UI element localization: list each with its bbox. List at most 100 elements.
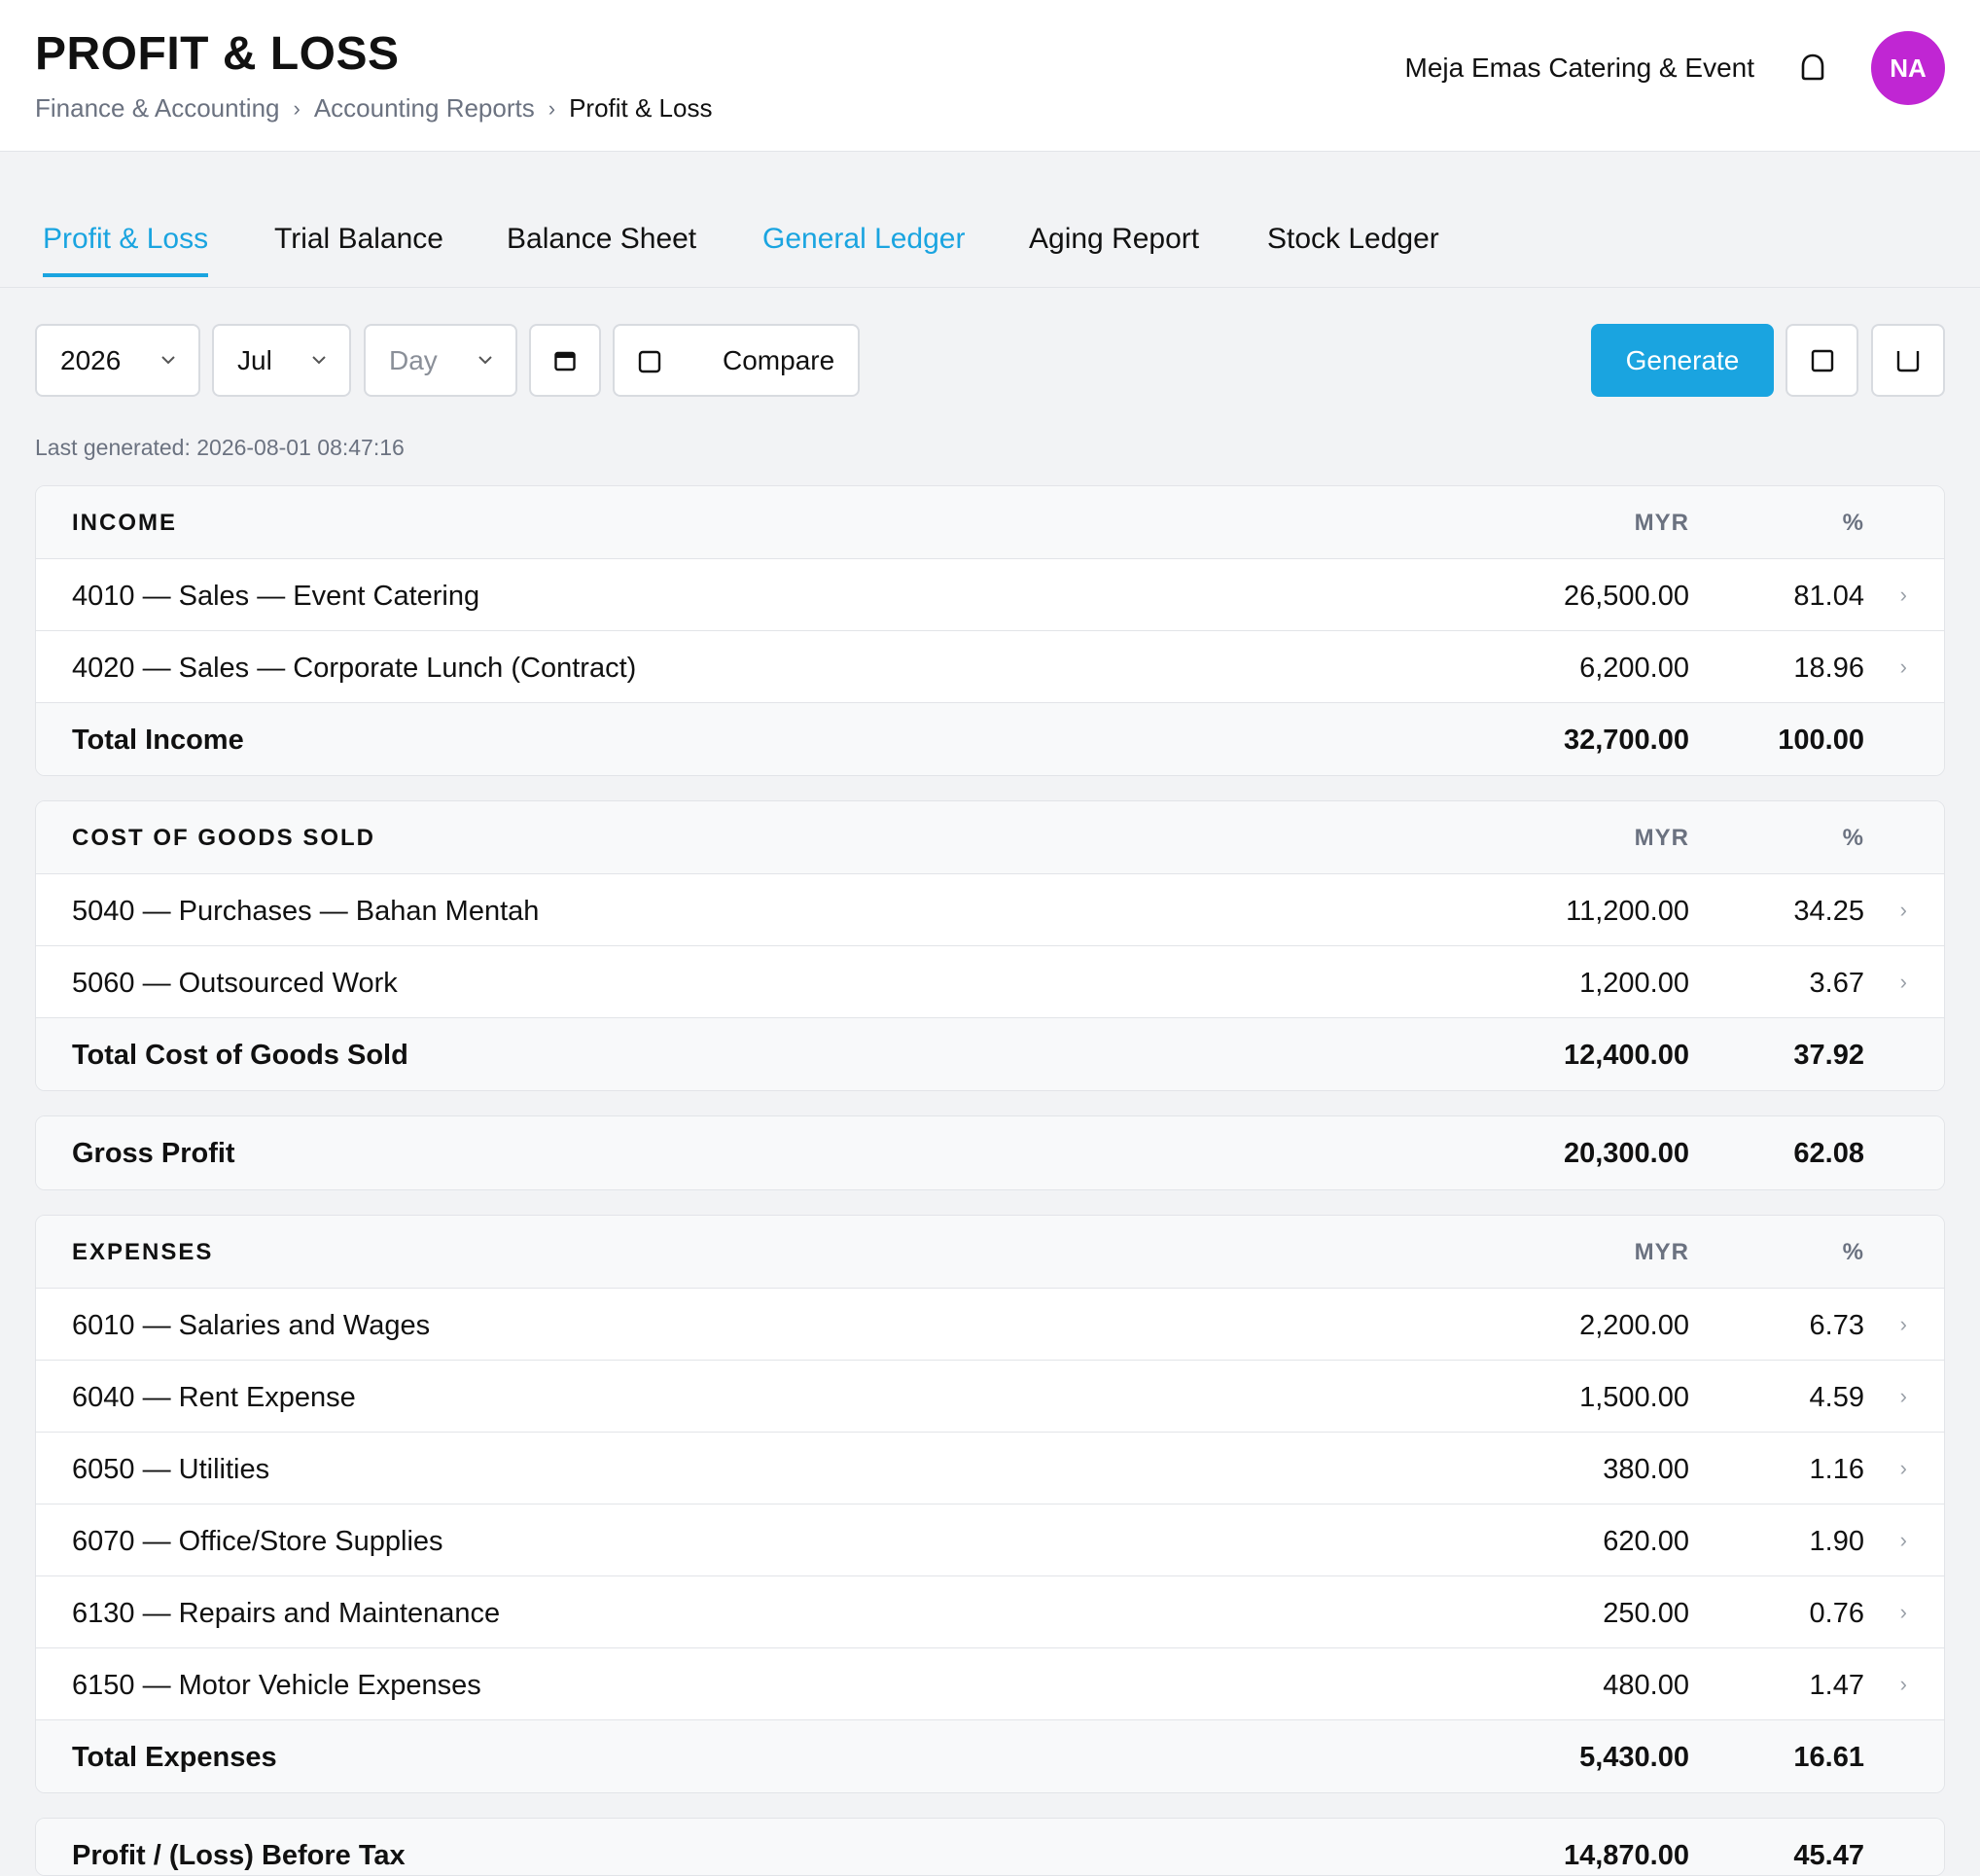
chevron-right-icon[interactable]: › — [1900, 970, 1907, 995]
cogs-header: COST OF GOODS SOLD MYR % — [36, 801, 1944, 874]
table-row[interactable]: 6050 — Utilities 380.00 1.16 › — [36, 1433, 1944, 1504]
section-title: INCOME — [72, 510, 177, 536]
bell-icon[interactable] — [1795, 51, 1830, 86]
table-row[interactable]: 5040 — Purchases — Bahan Mentah 11,200.0… — [36, 874, 1944, 946]
account-percent: 4.59 — [1809, 1382, 1864, 1413]
compare-toggle[interactable]: Compare — [613, 324, 860, 397]
account-amount: 1,200.00 — [1579, 968, 1689, 999]
table-row[interactable]: 6150 — Motor Vehicle Expenses 480.00 1.4… — [36, 1648, 1944, 1720]
table-row[interactable]: 5060 — Outsourced Work 1,200.00 3.67 › — [36, 946, 1944, 1018]
total-row: Total Expenses 5,430.00 16.61 — [36, 1720, 1944, 1792]
compare-label: Compare — [723, 344, 835, 375]
gross-profit-percent: 62.08 — [1793, 1138, 1864, 1169]
total-percent: 37.92 — [1793, 1040, 1864, 1071]
total-row: Total Income 32,700.00 100.00 — [36, 703, 1944, 775]
account-amount: 480.00 — [1603, 1670, 1689, 1701]
tab-stock-ledger[interactable]: Stock Ledger — [1267, 223, 1439, 277]
column-header-percent: % — [1842, 510, 1864, 536]
total-percent: 100.00 — [1778, 725, 1864, 756]
account-name: 5060 — Outsourced Work — [72, 968, 398, 999]
export-icon — [1811, 349, 1833, 372]
profit-before-tax-row: Profit / (Loss) Before Tax 14,870.00 45.… — [36, 1819, 1944, 1875]
expenses-section: EXPENSES MYR % 6010 — Salaries and Wages… — [35, 1215, 1945, 1793]
breadcrumb-item-finance[interactable]: Finance & Accounting — [35, 93, 280, 124]
account-amount: 6,200.00 — [1579, 653, 1689, 684]
account-percent: 1.90 — [1809, 1526, 1864, 1557]
profit-before-tax-label: Profit / (Loss) Before Tax — [72, 1840, 406, 1871]
page-title: PROFIT & LOSS — [35, 28, 400, 80]
account-percent: 6.73 — [1809, 1310, 1864, 1341]
tab-profit-loss[interactable]: Profit & Loss — [43, 223, 209, 277]
account-percent: 0.76 — [1809, 1598, 1864, 1629]
month-select-value: Jul — [237, 344, 272, 375]
profit-before-tax-percent: 45.47 — [1793, 1840, 1864, 1871]
total-label: Total Cost of Goods Sold — [72, 1040, 408, 1071]
total-amount: 32,700.00 — [1563, 725, 1689, 756]
breadcrumb-item-current: Profit & Loss — [569, 93, 713, 123]
print-button[interactable] — [1871, 324, 1945, 397]
account-percent: 3.67 — [1809, 968, 1864, 999]
chevron-right-icon[interactable]: › — [1900, 1384, 1907, 1409]
account-amount: 11,200.00 — [1566, 896, 1689, 927]
gross-profit-label: Gross Profit — [72, 1138, 235, 1169]
company-name[interactable]: Meja Emas Catering & Event — [1405, 53, 1755, 84]
table-row[interactable]: 4010 — Sales — Event Catering 26,500.00 … — [36, 559, 1944, 631]
profit-before-tax-amount: 14,870.00 — [1563, 1840, 1689, 1871]
column-header-percent: % — [1842, 825, 1864, 851]
table-row[interactable]: 4020 — Sales — Corporate Lunch (Contract… — [36, 631, 1944, 703]
year-select-value: 2026 — [60, 344, 122, 375]
section-title: COST OF GOODS SOLD — [72, 825, 376, 851]
chevron-right-icon[interactable]: › — [1900, 1672, 1907, 1697]
total-amount: 5,430.00 — [1579, 1742, 1689, 1773]
total-percent: 16.61 — [1793, 1742, 1864, 1773]
account-percent: 81.04 — [1793, 581, 1864, 612]
profit-before-tax-section: Profit / (Loss) Before Tax 14,870.00 45.… — [35, 1818, 1945, 1876]
export-button[interactable] — [1786, 324, 1858, 397]
total-label: Total Income — [72, 725, 244, 756]
tab-balance-sheet[interactable]: Balance Sheet — [507, 223, 696, 277]
tab-general-ledger[interactable]: General Ledger — [762, 223, 965, 277]
gross-profit-amount: 20,300.00 — [1563, 1138, 1689, 1169]
account-name: 6150 — Motor Vehicle Expenses — [72, 1670, 481, 1701]
chevron-right-icon[interactable]: › — [1900, 1528, 1907, 1553]
chevron-down-icon — [312, 356, 326, 365]
print-icon — [1896, 350, 1920, 372]
calendar-button[interactable] — [529, 324, 601, 397]
account-name: 6070 — Office/Store Supplies — [72, 1526, 443, 1557]
account-name: 4020 — Sales — Corporate Lunch (Contract… — [72, 653, 637, 684]
account-percent: 18.96 — [1793, 653, 1864, 684]
month-select[interactable]: Jul — [212, 324, 351, 397]
column-header-myr: MYR — [1634, 1239, 1689, 1265]
compare-checkbox-icon[interactable] — [638, 350, 661, 373]
year-select[interactable]: 2026 — [35, 324, 200, 397]
table-row[interactable]: 6040 — Rent Expense 1,500.00 4.59 › — [36, 1361, 1944, 1433]
total-label: Total Expenses — [72, 1742, 277, 1773]
avatar[interactable]: NA — [1871, 31, 1945, 105]
column-header-myr: MYR — [1634, 825, 1689, 851]
chevron-right-icon[interactable]: › — [1900, 583, 1907, 608]
table-row[interactable]: 6010 — Salaries and Wages 2,200.00 6.73 … — [36, 1289, 1944, 1361]
account-name: 4010 — Sales — Event Catering — [72, 581, 480, 612]
breadcrumb-separator-icon: › — [293, 95, 301, 121]
chevron-down-icon — [478, 356, 492, 365]
tab-aging-report[interactable]: Aging Report — [1029, 223, 1199, 277]
chevron-right-icon[interactable]: › — [1900, 655, 1907, 680]
day-select[interactable]: Day — [364, 324, 517, 397]
generate-button[interactable]: Generate — [1591, 324, 1774, 397]
chevron-right-icon[interactable]: › — [1900, 1456, 1907, 1481]
total-amount: 12,400.00 — [1563, 1040, 1689, 1071]
chevron-right-icon[interactable]: › — [1900, 898, 1907, 923]
account-amount: 2,200.00 — [1579, 1310, 1689, 1341]
table-row[interactable]: 6070 — Office/Store Supplies 620.00 1.90… — [36, 1504, 1944, 1576]
breadcrumb-item-reports[interactable]: Accounting Reports — [314, 93, 535, 124]
column-header-percent: % — [1842, 1239, 1864, 1265]
table-row[interactable]: 6130 — Repairs and Maintenance 250.00 0.… — [36, 1576, 1944, 1648]
day-select-placeholder: Day — [389, 344, 438, 375]
chevron-down-icon — [161, 356, 175, 365]
chevron-right-icon[interactable]: › — [1900, 1600, 1907, 1625]
account-percent: 1.16 — [1809, 1454, 1864, 1485]
chevron-right-icon[interactable]: › — [1900, 1312, 1907, 1337]
tab-trial-balance[interactable]: Trial Balance — [274, 223, 443, 277]
account-amount: 26,500.00 — [1563, 581, 1689, 612]
last-generated-text: Last generated: 2026-08-01 08:47:16 — [35, 435, 405, 460]
